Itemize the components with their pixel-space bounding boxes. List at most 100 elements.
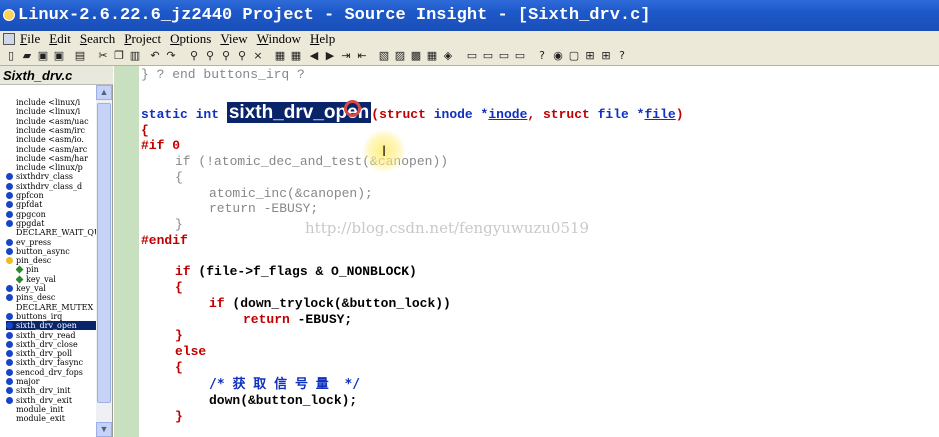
symbol-item[interactable]: sixth_drv_exit — [6, 396, 96, 405]
symbol-item[interactable]: gpgdat — [6, 219, 96, 228]
menu-options[interactable]: Options — [170, 31, 211, 47]
symbol-item[interactable]: include <asm/arc — [6, 145, 96, 154]
symbol-item[interactable]: sixth_drv_init — [6, 386, 96, 395]
symbol-item[interactable]: pins_desc — [6, 293, 96, 302]
redo-icon[interactable]: ↷ — [164, 49, 178, 63]
new-file-icon[interactable]: ▯ — [4, 49, 18, 63]
symbol-item[interactable]: major — [6, 377, 96, 386]
layout-4-icon[interactable]: ▭ — [513, 49, 527, 63]
symbol-item[interactable]: button_async — [6, 247, 96, 256]
scroll-up-icon[interactable]: ▲ — [96, 85, 112, 100]
return-value: -EBUSY; — [297, 312, 353, 327]
menu-file[interactable]: File — [20, 31, 40, 47]
symbol-item[interactable]: include <asm/har — [6, 154, 96, 163]
menu-search[interactable]: Search — [80, 31, 115, 47]
symbol-item[interactable]: sixth_drv_read — [6, 331, 96, 340]
macro-icon — [6, 146, 13, 153]
symbol-item[interactable]: module_init — [6, 405, 96, 414]
symbol-item[interactable]: ev_press — [6, 238, 96, 247]
scroll-thumb[interactable] — [97, 103, 111, 403]
symbol-label: sixth_drv_open — [16, 321, 77, 331]
symbol-item[interactable]: include <linux/i — [6, 107, 96, 116]
symbol-label: sixthdrv_class — [16, 172, 74, 182]
symbol-item[interactable]: sixthdrv_class_d — [6, 182, 96, 191]
menu-edit[interactable]: Edit — [49, 31, 71, 47]
open-folder-icon[interactable]: ▰ — [20, 49, 34, 63]
menu-bar: File Edit Search Project Options View Wi… — [0, 31, 939, 47]
symbol-item[interactable]: sixth_drv_fasync — [6, 358, 96, 367]
member-icon — [16, 265, 24, 274]
symbol-item[interactable]: sixthdrv_class — [6, 172, 96, 181]
save-icon[interactable]: ▣ — [36, 49, 50, 63]
replace-icon[interactable]: × — [251, 49, 265, 63]
menu-project[interactable]: Project — [124, 31, 161, 47]
symbol-icon — [6, 294, 13, 302]
copy-icon[interactable]: ❐ — [112, 49, 126, 63]
symbol-item[interactable]: sixth_drv_open — [6, 321, 96, 331]
frame-icon[interactable]: ▢ — [567, 49, 581, 63]
lookup-icon[interactable]: ◈ — [441, 49, 455, 63]
param-file[interactable]: file — [644, 107, 675, 122]
tree2-icon[interactable]: ⊞ — [599, 49, 613, 63]
search-files-icon[interactable]: ⚲ — [203, 49, 217, 63]
symbol-item[interactable]: sencod_drv_fops — [6, 368, 96, 377]
symbol-icon — [6, 247, 13, 255]
relation-window-icon[interactable]: ▩ — [409, 49, 423, 63]
layout-2-icon[interactable]: ▭ — [481, 49, 495, 63]
symbol-item[interactable]: include <asm/io. — [6, 135, 96, 144]
symbol-list-scrollbar[interactable]: ▲ ▼ — [96, 85, 112, 437]
question-icon[interactable]: ? — [615, 49, 629, 63]
document-menu-icon[interactable] — [3, 33, 15, 45]
bookmark-icon[interactable]: ▦ — [273, 49, 287, 63]
layout-3-icon[interactable]: ▭ — [497, 49, 511, 63]
jump-back-icon[interactable]: ⇤ — [355, 49, 369, 63]
symbol-item[interactable]: sixth_drv_close — [6, 340, 96, 349]
undo-icon[interactable]: ↶ — [148, 49, 162, 63]
symbol-label: include <asm/irc — [16, 125, 86, 135]
bookmark-list-icon[interactable]: ▦ — [289, 49, 303, 63]
symbol-item[interactable]: sixth_drv_poll — [6, 349, 96, 358]
symbol-item[interactable]: buttons_irq — [6, 312, 96, 321]
symbol-item[interactable]: pin — [16, 265, 96, 274]
menu-help[interactable]: Help — [310, 31, 335, 47]
menu-window[interactable]: Window — [257, 31, 301, 47]
tree-icon[interactable]: ⊞ — [583, 49, 597, 63]
struct-icon — [6, 257, 13, 265]
symbol-window-icon[interactable]: ▧ — [377, 49, 391, 63]
symbol-item[interactable]: include <asm/uac — [6, 117, 96, 126]
symbol-item[interactable]: include <linux/p — [6, 163, 96, 172]
type-file: file — [597, 107, 629, 122]
param-inode[interactable]: inode — [488, 107, 527, 122]
symbol-item[interactable]: gpfdat — [6, 200, 96, 209]
symbol-item[interactable]: module_exit — [6, 414, 96, 423]
symbol-label: gpgdat — [16, 218, 45, 228]
symbol-item[interactable]: include <linux/i — [6, 98, 96, 107]
forward-icon[interactable]: ▶ — [323, 49, 337, 63]
layout-1-icon[interactable]: ▭ — [465, 49, 479, 63]
context-window-icon[interactable]: ▨ — [393, 49, 407, 63]
symbol-item[interactable]: key_val — [6, 284, 96, 293]
code-editor[interactable]: } ? end buttons_irq ? static int sixth_d… — [139, 66, 939, 437]
paste-icon[interactable]: ▥ — [128, 49, 142, 63]
symbol-item[interactable]: gpgcon — [6, 210, 96, 219]
menu-view[interactable]: View — [220, 31, 247, 47]
symbol-item[interactable]: DECLARE_MUTEX — [6, 303, 96, 312]
save-all-icon[interactable]: ▣ — [52, 49, 66, 63]
symbol-item[interactable]: include <asm/irc — [6, 126, 96, 135]
symbol-item[interactable]: key_val — [16, 275, 96, 284]
browse-icon[interactable]: ▦ — [425, 49, 439, 63]
symbol-item[interactable]: DECLARE_WAIT_QUE — [6, 228, 96, 237]
jump-icon[interactable]: ⇥ — [339, 49, 353, 63]
find-next-icon[interactable]: ⚲ — [219, 49, 233, 63]
scroll-down-icon[interactable]: ▼ — [96, 422, 112, 437]
cut-icon[interactable]: ✂ — [96, 49, 110, 63]
search-icon[interactable]: ⚲ — [187, 49, 201, 63]
eye-icon[interactable]: ◉ — [551, 49, 565, 63]
symbol-label: pin_desc — [16, 256, 52, 266]
symbol-item[interactable]: gpfcon — [6, 191, 96, 200]
find-prev-icon[interactable]: ⚲ — [235, 49, 249, 63]
print-icon[interactable]: ▤ — [73, 49, 87, 63]
help-icon[interactable]: ? — [535, 49, 549, 63]
symbol-item[interactable]: pin_desc — [6, 256, 96, 265]
back-icon[interactable]: ◀ — [307, 49, 321, 63]
